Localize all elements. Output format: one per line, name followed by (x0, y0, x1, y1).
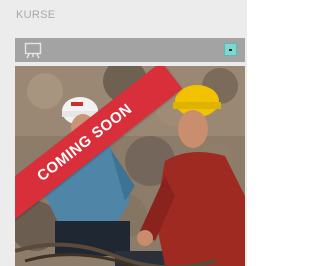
presentation-icon (24, 42, 42, 59)
dropdown-toggle-icon[interactable] (224, 43, 237, 56)
courses-panel: KURSE COMING SOON (0, 0, 247, 266)
toggle-dot (229, 49, 232, 51)
course-card[interactable]: COMING SOON (15, 66, 245, 266)
course-selector-bar[interactable] (15, 38, 245, 62)
panel-header: KURSE (0, 0, 247, 30)
panel-title: KURSE (16, 9, 56, 21)
pager-dots (15, 260, 245, 264)
